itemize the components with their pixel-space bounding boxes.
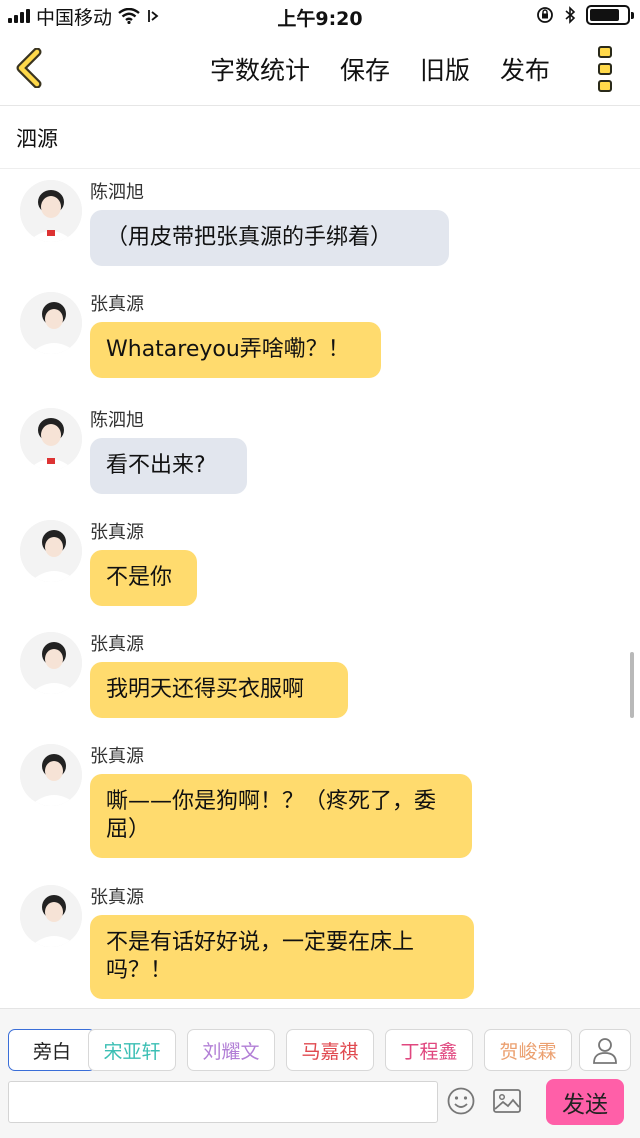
publish-button[interactable]: 发布 [500,51,550,87]
send-label: 发送 [562,1092,608,1118]
add-role-button[interactable] [579,1029,631,1071]
user-icon [593,1038,617,1064]
sender-name: 陈泗旭 [90,182,144,203]
avatar[interactable] [20,292,82,354]
role-chip[interactable]: 贺峻霖 [484,1029,572,1071]
message-bubble[interactable]: （用皮带把张真源的手绑着） [90,210,449,266]
role-label: 丁程鑫 [400,1040,458,1063]
save-button[interactable]: 保存 [340,51,390,87]
role-chip-narrator[interactable]: 旁白 [8,1029,96,1071]
sender-name: 张真源 [90,746,144,767]
role-label: 刘耀文 [202,1040,260,1063]
message-bubble[interactable]: 不是你 [90,550,197,606]
role-chip[interactable]: 丁程鑫 [385,1029,473,1071]
story-title: 泗源 [0,107,640,169]
avatar[interactable] [20,885,82,947]
bluetooth-icon [565,6,576,24]
sender-name: 张真源 [90,634,144,655]
editor-toolbar: 字数统计 保存 旧版 发布 [0,32,640,106]
role-label: 宋亚轩 [103,1040,161,1063]
old-version-button[interactable]: 旧版 [420,51,470,87]
avatar[interactable] [20,408,82,470]
message-bubble[interactable]: 嘶——你是狗啊！？（疼死了，委屈） [90,774,472,858]
role-chip[interactable]: 马嘉祺 [286,1029,374,1071]
message-bubble[interactable]: 我明天还得买衣服啊 [90,662,348,718]
sender-name: 张真源 [90,294,144,315]
smiley-icon[interactable] [446,1086,476,1116]
message-list[interactable]: 陈泗旭 （用皮带把张真源的手绑着） 张真源 Whatareyou弄啥嘞？！ 陈泗… [0,170,640,1008]
message-bubble[interactable]: 不是有话好好说，一定要在床上吗？！ [90,915,474,999]
avatar[interactable] [20,632,82,694]
word-count-button[interactable]: 字数统计 [210,51,310,87]
status-bar: 中国移动 上午9:20 [0,0,640,32]
image-icon[interactable] [492,1087,522,1115]
more-dot-icon [598,46,612,58]
rotation-lock-icon [537,7,553,23]
message-input[interactable] [8,1081,438,1123]
more-dot-icon [598,80,612,92]
story-title-text: 泗源 [16,126,58,151]
battery-icon [586,5,634,25]
avatar[interactable] [20,180,82,242]
role-chip[interactable]: 宋亚轩 [88,1029,176,1071]
send-button[interactable]: 发送 [546,1079,624,1125]
sender-name: 张真源 [90,522,144,543]
message-bubble[interactable]: Whatareyou弄啥嘞？！ [90,322,381,378]
avatar[interactable] [20,520,82,582]
role-label: 马嘉祺 [301,1040,359,1063]
message-bubble[interactable]: 看不出来? [90,438,247,494]
more-dot-icon [598,63,612,75]
chevron-left-icon [16,48,42,88]
scrollbar[interactable] [630,652,634,718]
role-label: 贺峻霖 [499,1040,557,1063]
back-button[interactable] [12,46,48,90]
role-chip[interactable]: 刘耀文 [187,1029,275,1071]
sender-name: 张真源 [90,887,144,908]
role-label: 旁白 [32,1040,71,1063]
sender-name: 陈泗旭 [90,410,144,431]
more-menu-button[interactable] [598,46,614,92]
avatar[interactable] [20,744,82,806]
composer-panel: 旁白 宋亚轩 刘耀文 马嘉祺 丁程鑫 贺峻霖 发送 [0,1008,640,1138]
